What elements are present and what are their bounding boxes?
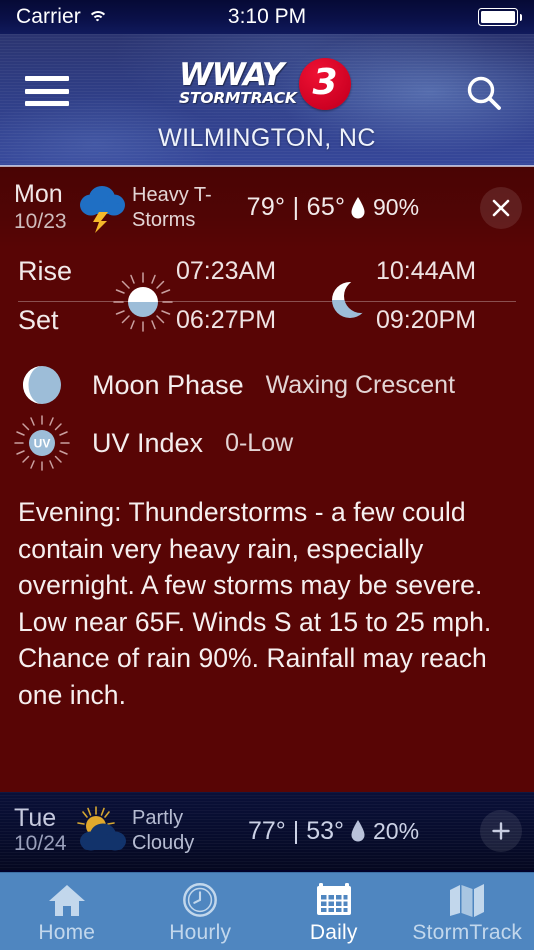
collapse-day-button[interactable] (468, 186, 534, 229)
uv-index-row: UV UV Index 0-Low (0, 414, 534, 472)
location-label: WILMINGTON, NC (158, 124, 376, 152)
svg-text:UV: UV (34, 437, 51, 451)
riseset-divider (18, 301, 516, 302)
uv-index-label: UV Index (92, 427, 204, 458)
condition-line-1: Heavy T- (132, 183, 212, 206)
selected-day-temps: 79° | 65° (246, 193, 346, 221)
selected-day-date: Mon 10/23 (0, 179, 72, 235)
tab-daily-label: Daily (309, 921, 358, 944)
close-icon[interactable] (480, 186, 522, 229)
moon-phase-icon (18, 361, 92, 409)
rise-row: Rise 07:23AM 10:44AM (0, 256, 534, 287)
tab-home[interactable]: Home (0, 873, 134, 950)
uv-index-icon: UV (14, 414, 92, 472)
forecast-narrative: Evening: Thunderstorms - a few could con… (18, 497, 492, 710)
clock-icon (180, 878, 220, 918)
moon-phase-label: Moon Phase (92, 369, 244, 400)
next-day-date: Tue 10/24 (0, 805, 72, 857)
weather-app-screen: Carrier 3:10 PM WWAY STORMTRACK 3 WILMIN… (0, 0, 534, 950)
expand-day-button[interactable] (468, 810, 534, 852)
app-header: WWAY STORMTRACK 3 WILMINGTON, NC (0, 34, 534, 166)
bottom-tab-bar: Home Hourly Daily StormTrack (0, 872, 534, 950)
uv-index-value: 0-Low (225, 428, 294, 457)
battery-cap (519, 13, 522, 21)
next-day-md: 10/24 (14, 832, 67, 855)
map-icon (448, 878, 486, 918)
tab-home-label: Home (38, 921, 96, 944)
header-divider (0, 165, 534, 167)
next-day-precip-value: 20% (373, 817, 420, 844)
partly-cloudy-icon (72, 806, 132, 856)
sunrise-time: 07:23AM (176, 257, 277, 285)
tab-stormtrack[interactable]: StormTrack (401, 873, 534, 950)
selected-day-md: 10/23 (14, 209, 67, 233)
raindrop-icon (351, 820, 365, 842)
tab-hourly[interactable]: Hourly (134, 873, 268, 950)
status-bar-clock: 3:10 PM (227, 5, 307, 28)
condition-line-2: Storms (132, 208, 196, 231)
carrier-label: Carrier (16, 5, 81, 28)
sunset-time: 06:27PM (176, 306, 277, 334)
tab-stormtrack-label: StormTrack (412, 921, 523, 944)
logo-channel-number: 3 (312, 62, 338, 103)
selected-day-dow: Mon (14, 179, 63, 208)
plus-icon[interactable] (480, 810, 522, 852)
brand-logo: WWAY STORMTRACK 3 (0, 58, 534, 112)
selected-day-panel: Mon 10/23 Heavy T- Storms 79° | 65° 90% … (0, 167, 534, 792)
logo-channel-badge: 3 (299, 58, 351, 110)
selected-day-precip-value: 90% (373, 194, 420, 220)
rise-label: Rise (18, 256, 73, 286)
set-label: Set (18, 305, 59, 335)
home-icon (47, 878, 87, 918)
sun-icon (112, 272, 174, 332)
logo-sub-text: STORMTRACK (179, 89, 297, 107)
search-icon[interactable] (462, 72, 506, 116)
next-day-precip: 20% (350, 818, 468, 845)
raindrop-icon (351, 196, 365, 218)
moon-icon (325, 274, 371, 326)
thunderstorm-icon (72, 183, 132, 233)
logo-brand-text: WWAY (179, 57, 284, 93)
hamburger-menu-icon[interactable] (25, 76, 69, 106)
selected-day-row[interactable]: Mon 10/23 Heavy T- Storms 79° | 65° 90% (0, 167, 534, 248)
next-day-dow: Tue (14, 804, 57, 832)
sun-moon-section: Rise 07:23AM 10:44AM Set 06:27PM 09:20PM (0, 248, 534, 356)
next-day-condition: Partly Cloudy (132, 806, 242, 856)
moonset-time: 09:20PM (376, 306, 477, 334)
battery-full-icon (478, 8, 518, 26)
selected-day-condition: Heavy T- Storms (132, 183, 242, 233)
next-condition-line-2: Cloudy (132, 832, 195, 854)
selected-day-precip: 90% (350, 194, 468, 221)
next-condition-line-1: Partly (132, 807, 184, 829)
set-row: Set 06:27PM 09:20PM (0, 305, 534, 336)
status-bar-right (344, 8, 534, 26)
calendar-icon (315, 878, 353, 918)
moon-phase-value: Waxing Crescent (265, 370, 456, 399)
status-bar: Carrier 3:10 PM (0, 0, 534, 34)
moonrise-time: 10:44AM (376, 257, 477, 285)
status-bar-left: Carrier (0, 5, 190, 29)
tab-hourly-label: Hourly (169, 921, 232, 944)
next-day-temps: 77° | 53° (248, 816, 344, 845)
next-day-row[interactable]: Tue 10/24 Partly Cloudy 77° | 53° 20% (0, 792, 534, 870)
wifi-icon (87, 10, 108, 25)
moon-phase-row: Moon Phase Waxing Crescent (0, 356, 534, 414)
tab-daily[interactable]: Daily (267, 873, 401, 950)
